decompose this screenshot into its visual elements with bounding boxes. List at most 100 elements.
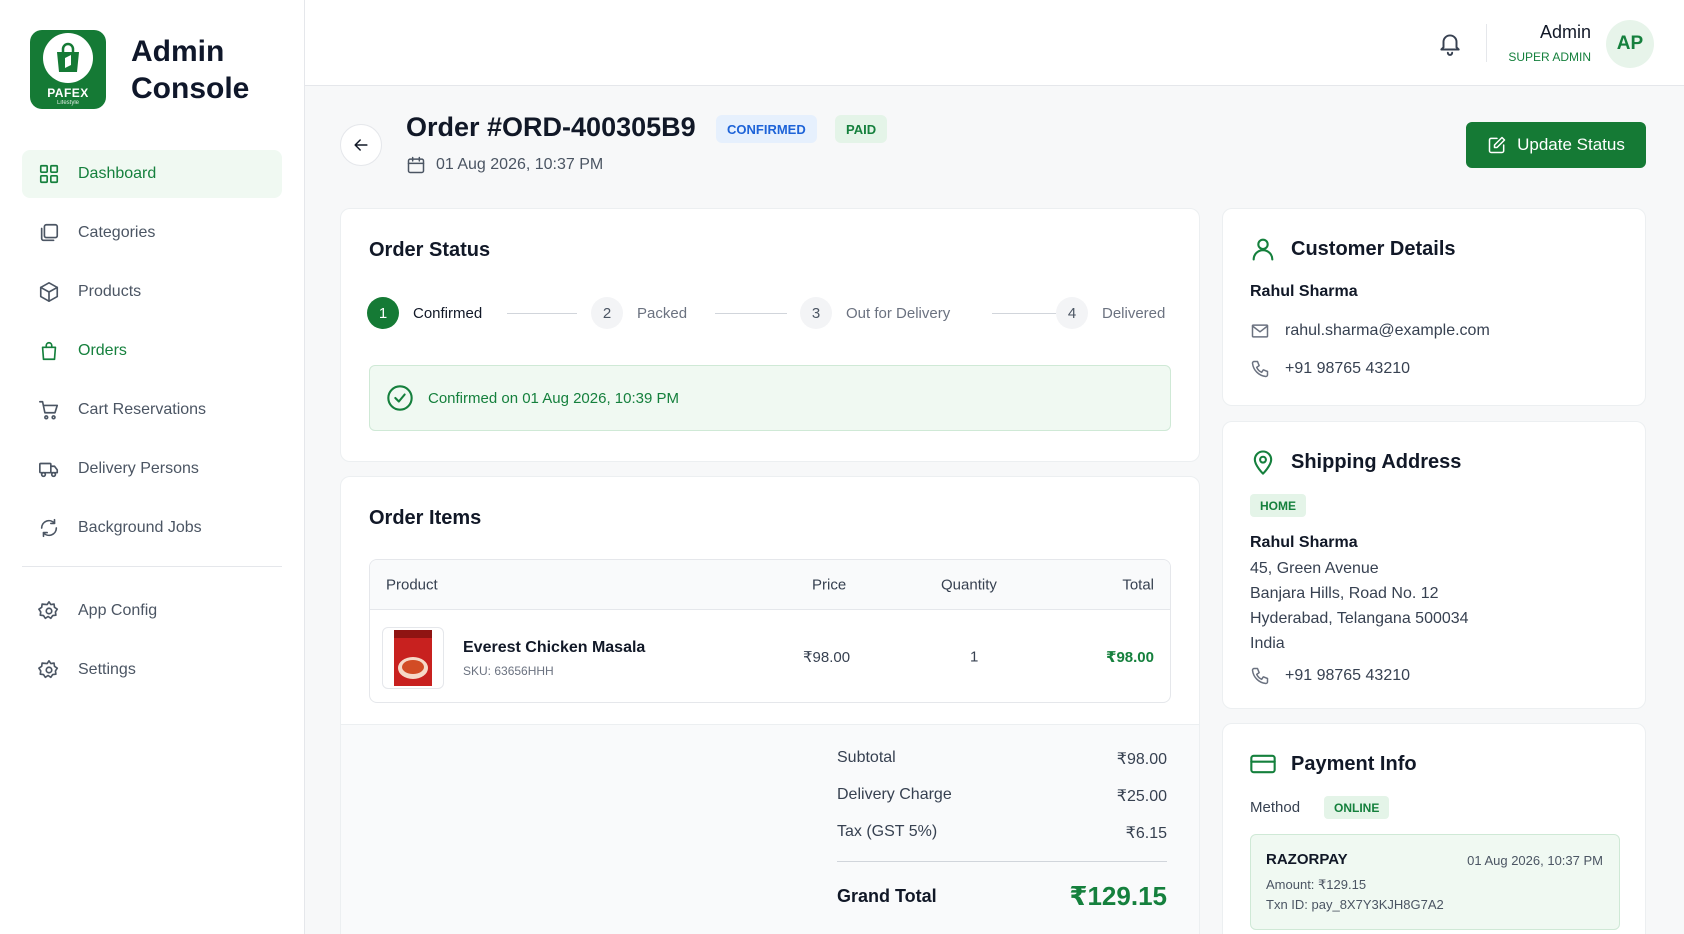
grand-total-row: Grand Total ₹129.15 bbox=[837, 881, 1167, 911]
payment-date: 01 Aug 2026, 10:37 PM bbox=[1467, 853, 1603, 868]
check-circle-icon bbox=[387, 385, 413, 411]
sidebar-item-orders[interactable]: Orders bbox=[22, 327, 282, 375]
step-delivered: 4 Delivered bbox=[1056, 297, 1165, 329]
sidebar-item-label: Cart Reservations bbox=[78, 401, 207, 418]
step-confirmed: 1 Confirmed bbox=[367, 297, 482, 329]
app-title: Admin Console bbox=[131, 34, 250, 105]
step-label: Packed bbox=[637, 304, 688, 322]
shipping-address-title: Shipping Address bbox=[1249, 448, 1461, 476]
step-number: 3 bbox=[800, 297, 832, 329]
sidebar-item-label: App Config bbox=[78, 602, 158, 619]
calendar-icon bbox=[407, 156, 425, 174]
tax-row: Tax (GST 5%) ₹6.15 bbox=[837, 823, 1167, 842]
item-total: ₹98.00 bbox=[1106, 648, 1154, 666]
user-name: Admin bbox=[1539, 22, 1591, 42]
grid-icon bbox=[39, 164, 59, 184]
payment-info-title: Payment Info bbox=[1249, 750, 1417, 778]
page-title: Order #ORD-400305B9 bbox=[406, 112, 696, 142]
product-name: Everest Chicken Masala bbox=[463, 639, 646, 656]
arrow-left-icon bbox=[354, 139, 368, 151]
update-status-button[interactable]: Update Status bbox=[1466, 122, 1646, 168]
sidebar: PAFEX Lifestyle Admin Console Dashboard … bbox=[0, 0, 305, 934]
address-line-1: 45, Green Avenue bbox=[1250, 560, 1379, 577]
step-out-for-delivery: 3 Out for Delivery bbox=[800, 297, 950, 329]
product-sku: SKU: 63656HHH bbox=[463, 664, 554, 678]
payment-info-card: Payment Info Method ONLINE RAZORPAY 01 A… bbox=[1222, 723, 1646, 934]
credit-card-icon bbox=[1250, 754, 1276, 774]
pafex-logo: PAFEX Lifestyle bbox=[30, 30, 106, 109]
logo-text: PAFEX bbox=[47, 86, 89, 100]
sidebar-item-background-jobs[interactable]: Background Jobs bbox=[22, 504, 282, 552]
payment-method-badge: ONLINE bbox=[1324, 796, 1390, 819]
sidebar-item-cart-reservations[interactable]: Cart Reservations bbox=[22, 386, 282, 434]
shipping-name: Rahul Sharma bbox=[1250, 534, 1358, 551]
sidebar-item-products[interactable]: Products bbox=[22, 268, 282, 316]
sidebar-item-dashboard[interactable]: Dashboard bbox=[22, 150, 282, 198]
sidebar-item-delivery-persons[interactable]: Delivery Persons bbox=[22, 445, 282, 493]
box-icon bbox=[39, 282, 59, 302]
step-number: 2 bbox=[591, 297, 623, 329]
address-line-2: Banjara Hills, Road No. 12 bbox=[1250, 585, 1439, 602]
shipping-phone[interactable]: +91 98765 43210 bbox=[1250, 666, 1410, 686]
step-connector bbox=[507, 313, 577, 314]
step-number: 1 bbox=[367, 297, 399, 329]
notification-bell-icon[interactable] bbox=[1437, 30, 1463, 56]
customer-email[interactable]: rahul.sharma@example.com bbox=[1250, 321, 1490, 341]
payment-transaction: RAZORPAY 01 Aug 2026, 10:37 PM Amount: ₹… bbox=[1250, 834, 1620, 930]
col-quantity: Quantity bbox=[941, 576, 997, 593]
payment-amount: Amount: ₹129.15 bbox=[1266, 877, 1367, 892]
subtotal-row: Subtotal ₹98.00 bbox=[837, 749, 1167, 768]
customer-name: Rahul Sharma bbox=[1250, 283, 1358, 300]
phone-icon bbox=[1251, 667, 1269, 685]
avatar[interactable]: AP bbox=[1606, 20, 1654, 68]
totals-divider bbox=[837, 861, 1167, 862]
logo-subtext: Lifestyle bbox=[56, 100, 79, 106]
table-header: Product Price Quantity Total bbox=[370, 560, 1170, 610]
back-button[interactable] bbox=[340, 124, 382, 166]
transaction-id: Txn ID: pay_8X7Y3KJH8G7A2 bbox=[1266, 897, 1444, 912]
delivery-charge-row: Delivery Charge ₹25.00 bbox=[837, 786, 1167, 805]
order-status-card: Order Status 1 Confirmed 2 Packed 3 Out … bbox=[340, 208, 1200, 462]
step-packed: 2 Packed bbox=[591, 297, 687, 329]
sidebar-item-label: Background Jobs bbox=[78, 519, 202, 536]
order-totals: Subtotal ₹98.00 Delivery Charge ₹25.00 T… bbox=[341, 724, 1199, 934]
col-total: Total bbox=[1122, 576, 1154, 593]
payment-badge: PAID bbox=[835, 115, 888, 143]
table-row[interactable]: Everest Chicken Masala SKU: 63656HHH ₹98… bbox=[370, 610, 1170, 702]
sidebar-item-settings[interactable]: Settings bbox=[22, 646, 282, 694]
status-stepper: 1 Confirmed 2 Packed 3 Out for Delivery … bbox=[367, 297, 1177, 331]
top-bar: Admin SUPER ADMIN AP bbox=[305, 0, 1684, 86]
mail-icon bbox=[1251, 324, 1269, 338]
sidebar-item-categories[interactable]: Categories bbox=[22, 209, 282, 257]
brand[interactable]: PAFEX Lifestyle Admin Console bbox=[30, 30, 249, 109]
sidebar-item-app-config[interactable]: App Config bbox=[22, 587, 282, 635]
customer-details-title: Customer Details bbox=[1249, 235, 1456, 263]
truck-icon bbox=[39, 462, 59, 478]
sidebar-item-label: Orders bbox=[78, 342, 127, 359]
layers-icon bbox=[40, 223, 59, 242]
sidebar-item-label: Settings bbox=[78, 661, 136, 678]
user-icon bbox=[1252, 238, 1274, 261]
customer-phone[interactable]: +91 98765 43210 bbox=[1250, 359, 1410, 379]
confirmed-message: Confirmed on 01 Aug 2026, 10:39 PM bbox=[369, 365, 1171, 431]
col-product: Product bbox=[386, 576, 438, 593]
address-line-3: Hyderabad, Telangana 500034 bbox=[1250, 610, 1469, 627]
status-badge: CONFIRMED bbox=[716, 115, 817, 143]
shopping-bag-icon bbox=[41, 341, 57, 361]
payment-method-label: Method bbox=[1250, 799, 1301, 816]
step-label: Delivered bbox=[1102, 304, 1166, 322]
item-price: ₹98.00 bbox=[803, 648, 851, 666]
order-items-table: Product Price Quantity Total Everest Chi… bbox=[369, 559, 1171, 703]
step-connector bbox=[715, 313, 787, 314]
shopping-bag-logo-icon bbox=[43, 33, 93, 83]
phone-icon bbox=[1251, 360, 1269, 378]
address-type-badge: HOME bbox=[1250, 494, 1306, 517]
order-status-title: Order Status bbox=[369, 239, 491, 261]
cart-icon bbox=[39, 400, 59, 420]
sidebar-divider bbox=[22, 566, 282, 567]
order-items-title: Order Items bbox=[369, 507, 482, 529]
edit-icon bbox=[1488, 136, 1506, 154]
address-country: India bbox=[1250, 635, 1285, 652]
sidebar-item-label: Products bbox=[78, 283, 142, 300]
gear-icon bbox=[38, 660, 59, 679]
